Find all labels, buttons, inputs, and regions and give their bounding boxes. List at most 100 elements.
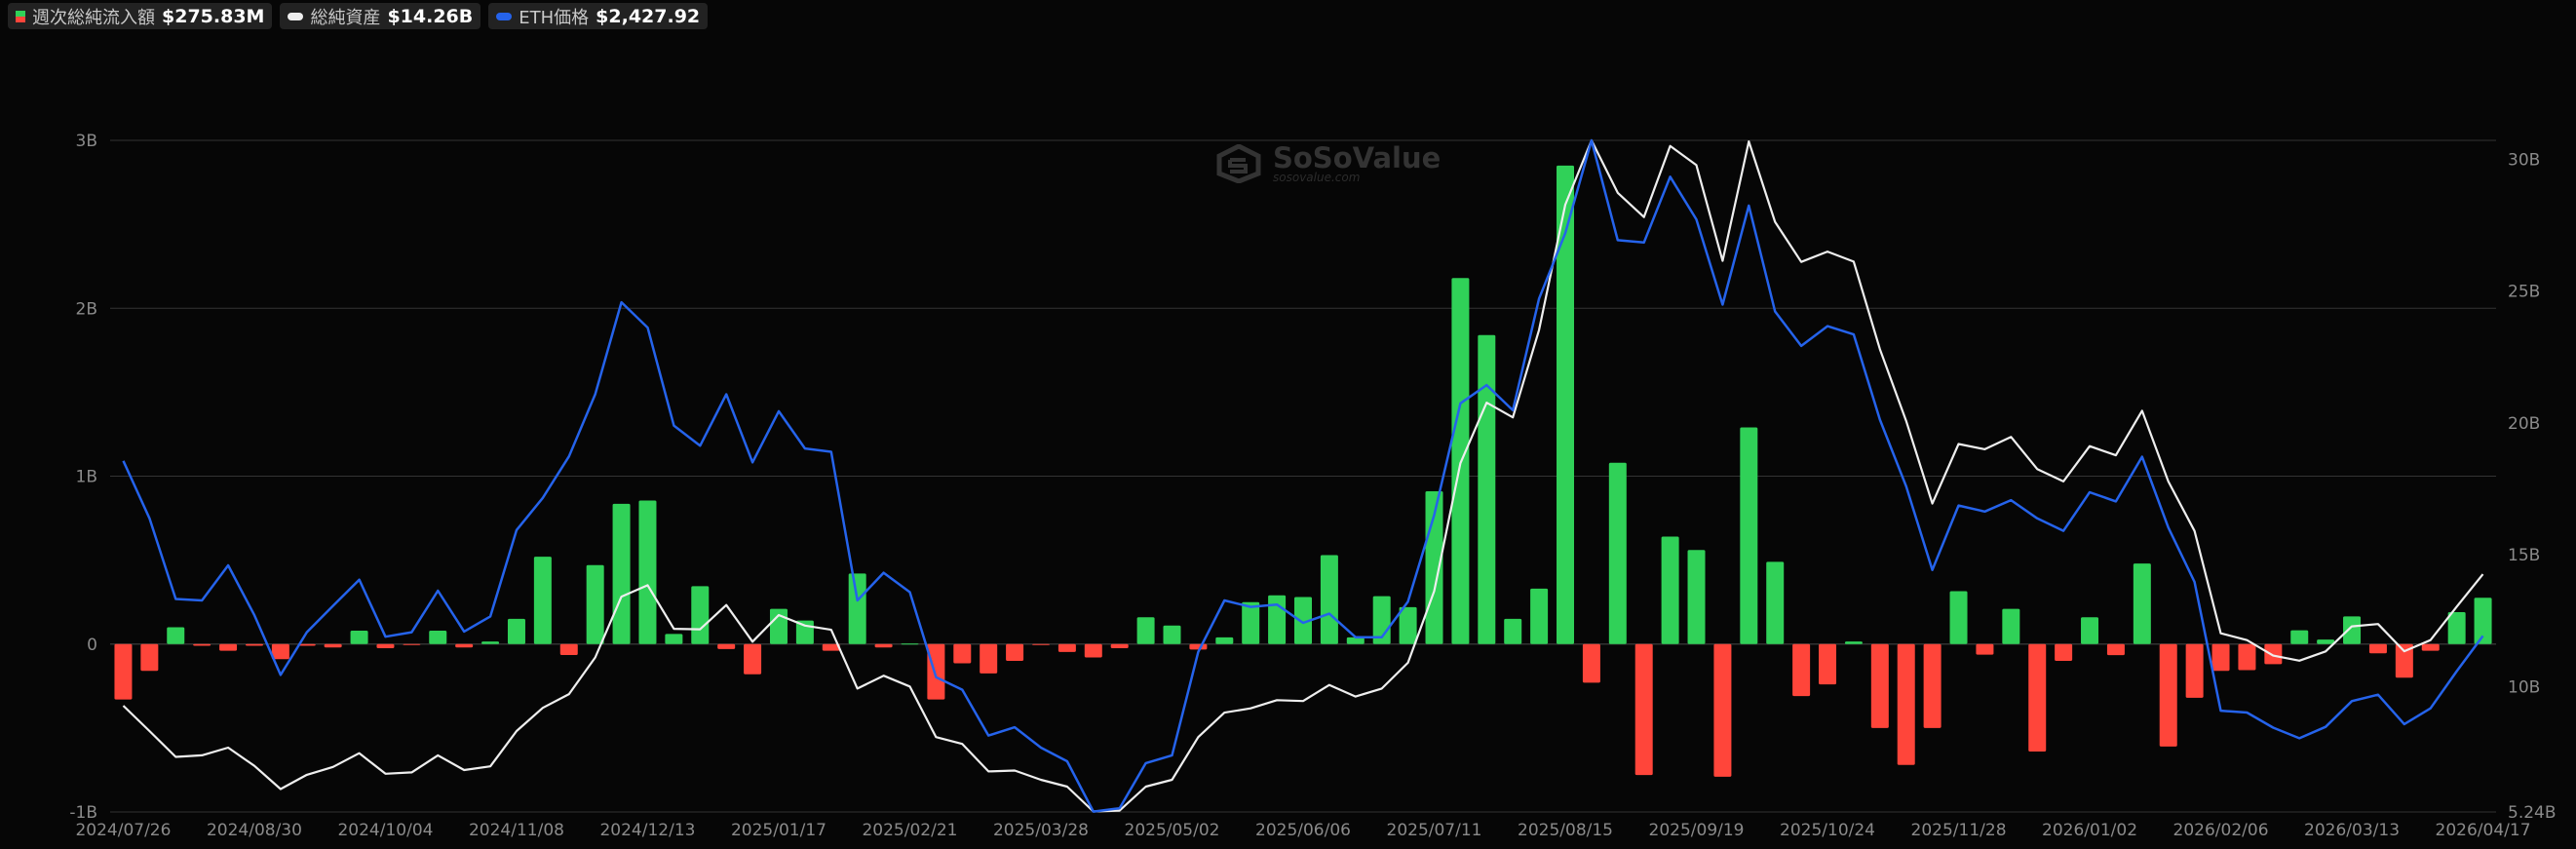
x-axis-tick-label: 2024/10/04 (337, 821, 433, 840)
outflow-bar[interactable] (1792, 643, 1811, 697)
outflow-bar[interactable] (271, 643, 289, 660)
inflow-bar[interactable] (167, 627, 185, 644)
outflow-bar[interactable] (1897, 643, 1915, 765)
x-axis-tick-label: 2025/05/02 (1125, 821, 1220, 840)
outflow-bar[interactable] (2238, 643, 2256, 671)
outflow-bar[interactable] (2159, 643, 2177, 747)
outflow-bar[interactable] (2211, 643, 2230, 672)
inflow-bar[interactable] (586, 564, 604, 644)
x-axis-tick-label: 2025/07/11 (1387, 821, 1482, 840)
outflow-bar[interactable] (2028, 643, 2047, 752)
x-axis-tick-label: 2026/02/06 (2173, 821, 2269, 840)
inflow-bar[interactable] (2002, 608, 2020, 644)
outflow-bar[interactable] (193, 643, 211, 646)
inflow-bar[interactable] (2317, 639, 2335, 644)
inflow-bar[interactable] (1504, 618, 1522, 644)
outflow-bar[interactable] (376, 643, 395, 649)
inflow-bar[interactable] (612, 503, 631, 644)
outflow-bar[interactable] (2421, 643, 2440, 651)
inflow-bar[interactable] (1687, 550, 1706, 644)
outflow-bar[interactable] (2106, 643, 2125, 656)
right-axis-tick-label: 15B (2508, 546, 2540, 565)
outflow-bar[interactable] (1084, 643, 1102, 658)
inflow-bar[interactable] (1844, 641, 1863, 644)
etf-flow-chart[interactable]: 3B 2B 1B 0 -1B 30B 25B 20B 15B 10B 5.24B 2024/07/26… (0, 0, 2576, 849)
inflow-bar[interactable] (691, 586, 710, 644)
inflow-bar[interactable] (1242, 601, 1260, 644)
inflow-bar[interactable] (481, 641, 500, 644)
outflow-bar[interactable] (455, 643, 474, 648)
outflow-bar[interactable] (2185, 643, 2204, 698)
inflow-bar[interactable] (901, 643, 919, 645)
inflow-bar[interactable] (350, 630, 368, 644)
right-axis-tick-label: 30B (2508, 150, 2540, 170)
inflow-bar[interactable] (2133, 563, 2151, 644)
outflow-bar[interactable] (1006, 643, 1024, 661)
inflow-bar[interactable] (507, 618, 525, 644)
right-axis-tick-label: 5.24B (2508, 803, 2557, 823)
inflow-bar[interactable] (1949, 591, 1968, 644)
outflow-bar[interactable] (953, 643, 972, 664)
inflow-bar[interactable] (1320, 555, 1338, 644)
outflow-bar[interactable] (1057, 643, 1076, 652)
outflow-bar[interactable] (2055, 643, 2073, 661)
outflow-bar[interactable] (1031, 643, 1050, 645)
outflow-bar[interactable] (245, 643, 263, 646)
inflow-bar[interactable] (1399, 606, 1417, 644)
inflow-bar[interactable] (1608, 462, 1627, 644)
inflow-bar[interactable] (1740, 427, 1758, 644)
inflow-bar[interactable] (638, 500, 657, 644)
outflow-bar[interactable] (1923, 643, 1942, 728)
outflow-bar[interactable] (744, 643, 762, 675)
inflow-bar[interactable] (2343, 616, 2362, 644)
outflow-bar[interactable] (1976, 643, 1994, 655)
outflow-bar[interactable] (1713, 643, 1732, 777)
outflow-bar[interactable] (717, 643, 736, 649)
x-axis-tick-label: 2024/07/26 (75, 821, 171, 840)
left-axis-tick-label: 0 (87, 636, 97, 655)
outflow-bar[interactable] (874, 643, 893, 648)
right-axis-tick-label: 20B (2508, 414, 2540, 434)
inflow-bar[interactable] (1478, 334, 1496, 644)
inflow-bar[interactable] (1268, 595, 1287, 644)
inflow-bar[interactable] (533, 557, 552, 644)
inflow-bar[interactable] (1766, 561, 1785, 644)
inflow-bar[interactable] (1163, 625, 1181, 644)
inflow-bar[interactable] (429, 630, 447, 644)
outflow-bar[interactable] (324, 643, 342, 648)
inflow-bar[interactable] (1530, 588, 1549, 644)
inflow-bar[interactable] (2290, 630, 2309, 644)
right-axis-tick-label: 25B (2508, 283, 2540, 302)
x-axis-tick-label: 2025/01/17 (731, 821, 827, 840)
inflow-bar[interactable] (1661, 536, 1679, 644)
outflow-bar[interactable] (927, 643, 945, 700)
outflow-bar[interactable] (1189, 643, 1208, 650)
inflow-bar[interactable] (848, 573, 866, 644)
outflow-bar[interactable] (559, 643, 578, 655)
outflow-bar[interactable] (980, 643, 998, 674)
inflow-bar[interactable] (1136, 617, 1155, 644)
x-axis-tick-label: 2024/08/30 (207, 821, 302, 840)
x-axis-tick-label: 2025/09/19 (1649, 821, 1745, 840)
outflow-bar[interactable] (1110, 643, 1129, 649)
inflow-bar[interactable] (2447, 612, 2466, 644)
outflow-bar[interactable] (219, 643, 238, 651)
outflow-bar[interactable] (2368, 643, 2387, 654)
x-axis-tick-label: 2025/02/21 (862, 821, 957, 840)
outflow-bar[interactable] (1582, 643, 1600, 683)
inflow-bar[interactable] (2081, 617, 2099, 644)
outflow-bar[interactable] (1634, 643, 1653, 776)
x-axis-tick-label: 2025/10/24 (1780, 821, 1875, 840)
x-axis-tick-label: 2025/08/15 (1518, 821, 1613, 840)
inflow-bar[interactable] (665, 634, 683, 644)
outflow-bar[interactable] (2264, 643, 2283, 665)
outflow-bar[interactable] (403, 643, 421, 645)
inflow-bar[interactable] (1215, 637, 1234, 644)
outflow-bar[interactable] (140, 643, 159, 672)
outflow-bar[interactable] (1870, 643, 1889, 728)
outflow-bar[interactable] (114, 643, 133, 700)
outflow-bar[interactable] (1819, 643, 1837, 685)
left-axis-tick-label: -1B (69, 803, 97, 823)
x-axis-tick-label: 2025/11/28 (1911, 821, 2007, 840)
x-axis-tick-label: 2026/03/13 (2304, 821, 2400, 840)
